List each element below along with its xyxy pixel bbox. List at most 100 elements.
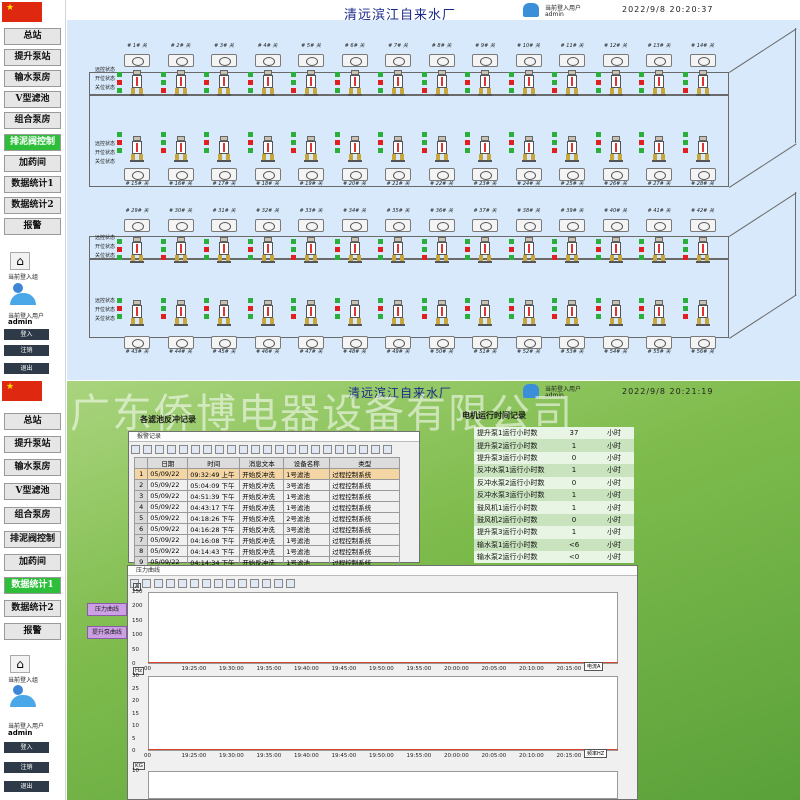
r1-button-10[interactable] [515, 54, 542, 67]
nav-item-9[interactable]: 数据统计2 [4, 197, 61, 214]
nav-item-6[interactable]: 排泥阀控制 [4, 531, 61, 548]
home-icon[interactable]: ⌂ [10, 252, 30, 270]
r2-valve-4[interactable] [260, 136, 275, 162]
nav-item-3[interactable]: 输水泵房 [4, 459, 61, 476]
r4-valve-1[interactable] [130, 300, 144, 326]
r2-valve-6[interactable] [347, 136, 362, 162]
r2-valve-2[interactable] [173, 136, 188, 162]
r1-valve-3[interactable] [217, 70, 231, 96]
r2-button-5[interactable] [298, 168, 324, 181]
r2-valve-11[interactable] [565, 136, 579, 162]
r4-button-8[interactable] [428, 336, 455, 349]
login-button[interactable]: 登入 [4, 329, 49, 340]
r3-valve-5[interactable] [304, 237, 318, 263]
r3-valve-11[interactable] [565, 237, 579, 263]
r4-valve-10[interactable] [521, 300, 536, 326]
r2-button-2[interactable] [167, 168, 194, 181]
toolbar-icon-17[interactable] [323, 445, 332, 454]
nav-item-8[interactable]: 数据统计1 [4, 577, 61, 594]
r3-button-3[interactable] [211, 219, 237, 232]
r4-valve-12[interactable] [608, 300, 623, 326]
r1-valve-1[interactable] [130, 70, 144, 96]
r2-button-6[interactable] [341, 168, 368, 181]
toolbar-icon-10[interactable] [238, 579, 247, 588]
r2-valve-12[interactable] [608, 136, 623, 162]
nav-item-5[interactable]: 组合泵房 [4, 112, 61, 129]
nav-item-2[interactable]: 提升泵站 [4, 49, 61, 66]
r3-button-5[interactable] [298, 219, 324, 232]
toolbar-icon-9[interactable] [226, 579, 235, 588]
r3-button-13[interactable] [646, 219, 672, 232]
nav-item-7[interactable]: 加药间 [4, 554, 61, 571]
r3-valve-12[interactable] [608, 237, 623, 263]
toolbar-icon-6[interactable] [191, 445, 200, 454]
r2-button-3[interactable] [211, 168, 237, 181]
toolbar-icon-5[interactable] [179, 445, 188, 454]
r1-button-11[interactable] [559, 54, 585, 67]
toolbar-icon-10[interactable] [239, 445, 248, 454]
toolbar-icon-19[interactable] [347, 445, 356, 454]
nav-item-8[interactable]: 数据统计1 [4, 176, 61, 193]
table-row[interactable]: 7 05/09/22 04:16:08 下午 开始反冲洗 1号滤池 过程控制系统 [133, 534, 401, 546]
table-row[interactable]: 2 05/09/22 05:04:09 下午 开始反冲洗 3号滤池 过程控制系统 [133, 479, 401, 491]
r4-valve-11[interactable] [565, 300, 579, 326]
toolbar-icon-5[interactable] [178, 579, 187, 588]
toolbar-icon-15[interactable] [299, 445, 308, 454]
r1-button-6[interactable] [341, 54, 368, 67]
r1-valve-4[interactable] [260, 70, 275, 96]
r3-button-4[interactable] [254, 219, 281, 232]
r4-button-1[interactable] [124, 336, 150, 349]
r3-valve-9[interactable] [478, 237, 492, 263]
r3-valve-4[interactable] [260, 237, 275, 263]
r3-button-8[interactable] [428, 219, 455, 232]
r2-valve-5[interactable] [304, 136, 318, 162]
toolbar-icon-14[interactable] [287, 445, 296, 454]
r3-valve-6[interactable] [347, 237, 362, 263]
home-icon[interactable]: ⌂ [10, 655, 30, 673]
r1-valve-10[interactable] [521, 70, 536, 96]
r2-button-7[interactable] [385, 168, 411, 181]
toolbar-icon-14[interactable] [286, 579, 295, 588]
r1-button-13[interactable] [646, 54, 672, 67]
r1-button-4[interactable] [254, 54, 281, 67]
r1-valve-8[interactable] [434, 70, 449, 96]
r1-button-8[interactable] [428, 54, 455, 67]
nav-item-3[interactable]: 输水泵房 [4, 70, 61, 87]
exit-button[interactable]: 退出 [4, 781, 49, 792]
r4-button-5[interactable] [298, 336, 324, 349]
toolbar-icon-18[interactable] [335, 445, 344, 454]
r3-valve-1[interactable] [130, 237, 144, 263]
r2-button-8[interactable] [428, 168, 455, 181]
r3-button-6[interactable] [341, 219, 368, 232]
toolbar-icon-16[interactable] [311, 445, 320, 454]
r1-valve-13[interactable] [652, 70, 666, 96]
r2-valve-14[interactable] [695, 136, 710, 162]
toolbar-icon-2[interactable] [143, 445, 152, 454]
r2-button-14[interactable] [689, 168, 716, 181]
r3-button-10[interactable] [515, 219, 542, 232]
r2-button-12[interactable] [602, 168, 629, 181]
login-button[interactable]: 登入 [4, 742, 49, 753]
r4-button-4[interactable] [254, 336, 281, 349]
r4-valve-6[interactable] [347, 300, 362, 326]
r3-button-11[interactable] [559, 219, 585, 232]
toolbar-icon-3[interactable] [155, 445, 164, 454]
r3-valve-8[interactable] [434, 237, 449, 263]
r1-button-7[interactable] [385, 54, 411, 67]
toolbar-icon-4[interactable] [167, 445, 176, 454]
nav-item-5[interactable]: 组合泵房 [4, 507, 61, 524]
r4-valve-3[interactable] [217, 300, 231, 326]
r1-valve-12[interactable] [608, 70, 623, 96]
r4-button-10[interactable] [515, 336, 542, 349]
nav-item-1[interactable]: 总站 [4, 413, 61, 430]
r1-valve-6[interactable] [347, 70, 362, 96]
nav-item-9[interactable]: 数据统计2 [4, 600, 61, 617]
r4-button-6[interactable] [341, 336, 368, 349]
r1-button-1[interactable] [124, 54, 150, 67]
toolbar-icon-8[interactable] [214, 579, 223, 588]
toolbar-icon-12[interactable] [262, 579, 271, 588]
r4-button-2[interactable] [167, 336, 194, 349]
r3-button-14[interactable] [689, 219, 716, 232]
r3-valve-7[interactable] [391, 237, 405, 263]
toolbar-icon-7[interactable] [203, 445, 212, 454]
